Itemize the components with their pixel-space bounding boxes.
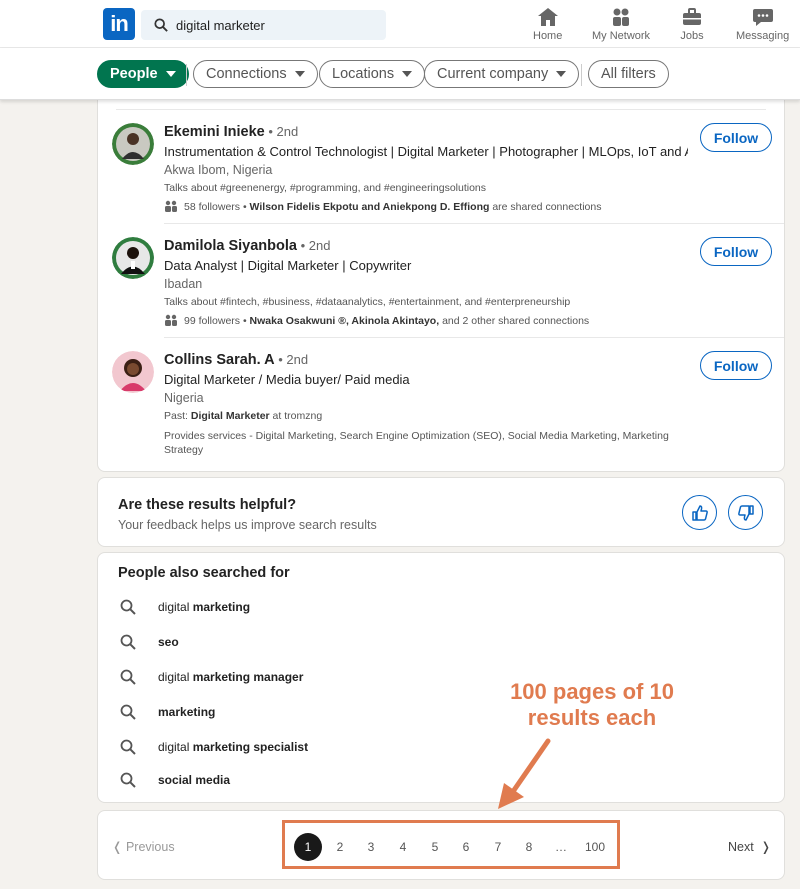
briefcase-icon: [683, 8, 701, 25]
annotation-text: 100 pages of 10 results each: [480, 679, 704, 731]
divider: [164, 223, 784, 224]
chevron-left-icon: ❬: [112, 840, 126, 854]
search-icon: [154, 18, 168, 32]
suggestion-text: digital marketing: [158, 600, 251, 614]
filter-connections-label: Connections: [206, 66, 287, 82]
nav-network-label: My Network: [592, 30, 651, 42]
filter-all-label: All filters: [601, 66, 656, 82]
suggestion-text: digital marketing manager: [158, 670, 304, 684]
annotation-arrow-icon: [498, 738, 551, 809]
linkedin-logo[interactable]: in: [103, 8, 135, 40]
person-past-role: Past: Digital Marketer at tromzng: [164, 410, 323, 422]
chevron-right-icon: ❭: [753, 840, 772, 854]
search-icon: [120, 739, 136, 755]
person-talks: Talks about #fintech, #business, #dataan…: [164, 296, 571, 308]
divider: [164, 337, 784, 338]
filter-all-filters[interactable]: All filters: [588, 60, 669, 88]
person-location: Ibadan: [164, 277, 203, 291]
person-name[interactable]: Ekemini Inieke • 2nd: [164, 124, 298, 140]
nav-messaging-label: Messaging: [736, 30, 790, 42]
divider: [581, 64, 582, 86]
messaging-icon: [752, 9, 773, 26]
suggestion-item[interactable]: digital marketing manager: [120, 667, 303, 687]
person-name[interactable]: Damilola Siyanbola • 2nd: [164, 238, 330, 254]
previous-button[interactable]: ❬ Previous: [112, 839, 175, 854]
thumbs-down-button[interactable]: [728, 495, 763, 530]
suggestion-text: marketing: [158, 705, 216, 719]
nav-jobs[interactable]: Jobs: [680, 6, 704, 42]
thumbs-up-icon: [691, 504, 708, 521]
search-icon: [120, 669, 136, 685]
filter-company-label: Current company: [437, 66, 549, 82]
suggestion-item[interactable]: social media: [120, 770, 230, 790]
suggestion-item[interactable]: digital marketing specialist: [120, 737, 308, 757]
person-headline: Data Analyst | Digital Marketer | Copywr…: [164, 258, 412, 273]
filter-locations-label: Locations: [332, 66, 395, 82]
chevron-down-icon: [294, 71, 305, 77]
search-icon: [120, 634, 136, 650]
thumbs-up-button[interactable]: [682, 495, 717, 530]
search-icon: [120, 599, 136, 615]
filter-connections[interactable]: Connections: [193, 60, 318, 88]
avatar[interactable]: [112, 237, 154, 279]
avatar[interactable]: [112, 123, 154, 165]
nav-jobs-label: Jobs: [680, 30, 704, 42]
top-nav: in Home My Network Jobs Messaging: [0, 0, 800, 48]
pagination-highlight-box: [282, 820, 620, 869]
suggestion-item[interactable]: digital marketing: [120, 597, 250, 617]
results-card: Ekemini Inieke • 2nd Instrumentation & C…: [97, 94, 785, 472]
suggestion-item[interactable]: marketing: [120, 702, 215, 722]
annotation-line-2: results each: [527, 705, 657, 730]
nav-my-network[interactable]: My Network: [592, 6, 650, 42]
person-location: Nigeria: [164, 391, 204, 405]
filter-bar: People Connections Locations Current com…: [0, 48, 800, 100]
person-headline: Digital Marketer / Media buyer/ Paid med…: [164, 372, 410, 387]
filter-locations[interactable]: Locations: [319, 60, 426, 88]
nav-messaging[interactable]: Messaging: [736, 6, 789, 42]
also-searched-title: People also searched for: [118, 565, 290, 581]
feedback-question: Are these results helpful?: [118, 497, 297, 513]
next-button[interactable]: Next ❭: [728, 839, 771, 854]
shared-connections[interactable]: 58 followers • Wilson Fidelis Ekpotu and…: [164, 200, 601, 213]
thumbs-down-icon: [737, 504, 754, 521]
person-talks: Talks about #greenenergy, #programming, …: [164, 182, 487, 194]
search-input[interactable]: [176, 17, 366, 33]
nav-home-label: Home: [533, 30, 563, 42]
follow-button[interactable]: Follow: [700, 351, 772, 380]
suggestion-text: social media: [158, 773, 231, 787]
suggestion-text: seo: [158, 635, 179, 649]
suggestion-text: digital marketing specialist: [158, 740, 309, 754]
filter-current-company[interactable]: Current company: [424, 60, 580, 88]
search-icon: [120, 772, 136, 788]
follow-button[interactable]: Follow: [700, 237, 772, 266]
divider: [186, 64, 187, 86]
person-headline: Instrumentation & Control Technologist |…: [164, 144, 688, 159]
follow-button[interactable]: Follow: [700, 123, 772, 152]
chevron-down-icon: [165, 71, 176, 77]
suggestion-item[interactable]: seo: [120, 632, 179, 652]
people-icon: [165, 200, 177, 212]
avatar[interactable]: [112, 351, 154, 393]
chevron-down-icon: [402, 71, 413, 77]
person-services: Provides services - Digital Marketing, S…: [164, 430, 669, 456]
filter-people-label: People: [110, 66, 158, 82]
divider: [116, 109, 766, 110]
feedback-subtitle: Your feedback helps us improve search re…: [118, 518, 377, 532]
home-icon: [537, 8, 558, 26]
feedback-card: Are these results helpful? Your feedback…: [97, 477, 785, 547]
person-location: Akwa Ibom, Nigeria: [164, 163, 273, 177]
network-icon: [613, 8, 630, 26]
people-icon: [165, 314, 177, 326]
also-searched-card: People also searched for digital marketi…: [97, 552, 785, 803]
filter-people[interactable]: People: [97, 60, 189, 88]
shared-connections[interactable]: 99 followers • Nwaka Osakwuni ®, Akinola…: [164, 314, 589, 327]
annotation-line-1: 100 pages of 10: [510, 679, 674, 704]
search-bar[interactable]: [141, 10, 386, 40]
person-name[interactable]: Collins Sarah. A • 2nd: [164, 352, 308, 368]
search-icon: [120, 704, 136, 720]
nav-home[interactable]: Home: [533, 6, 562, 42]
chevron-down-icon: [556, 71, 567, 77]
